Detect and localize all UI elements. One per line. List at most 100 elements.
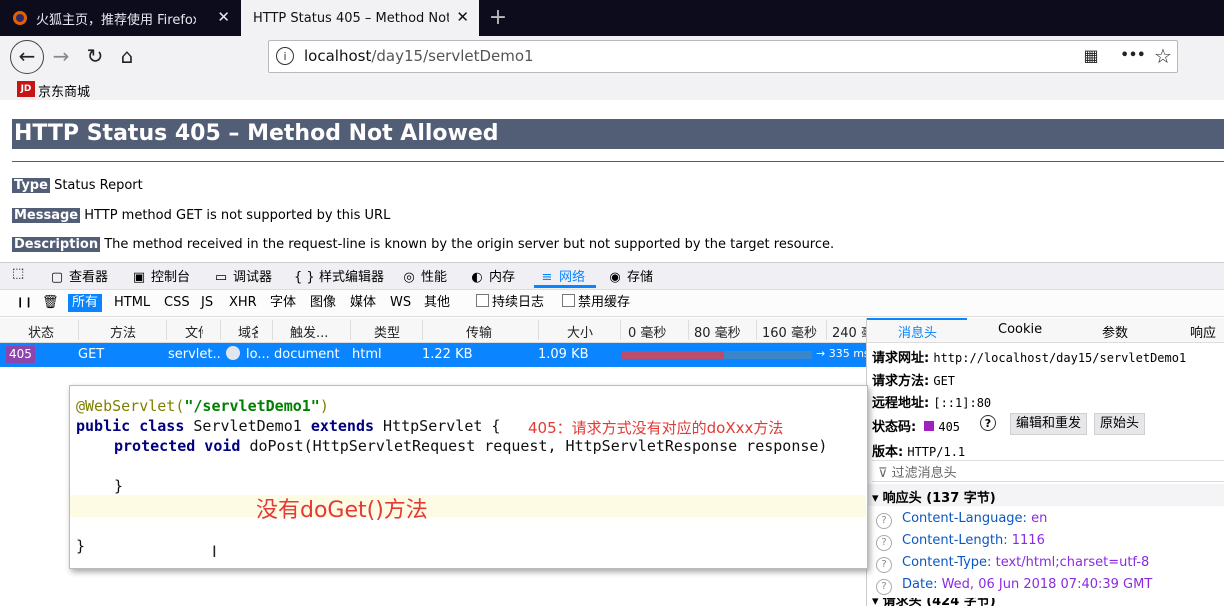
active-tab-indicator — [534, 285, 596, 288]
filter-placeholder-text: 过滤消息头 — [891, 466, 957, 481]
filter-fonts[interactable]: 字体 — [266, 294, 300, 312]
tab-label: 性能 — [421, 270, 448, 285]
column-method[interactable]: 方法 — [110, 322, 136, 341]
new-tab-button[interactable]: + — [484, 4, 512, 32]
tab-style-editor[interactable]: { } 样式编辑器 — [294, 266, 384, 285]
reload-button[interactable]: ↻ — [80, 41, 110, 71]
code-text: HttpServlet { — [374, 417, 501, 435]
header-key: Content-Length: — [902, 533, 1008, 548]
browser-tab-http-status[interactable]: HTTP Status 405 – Method Not Allowed ✕ — [241, 0, 479, 36]
request-method-row: 请求方法: GET — [872, 370, 955, 389]
code-text: doPost(HttpServletRequest request, HttpS… — [240, 437, 828, 455]
request-headers-toggle[interactable]: ▾ 请求头 (424 字节) — [872, 598, 996, 606]
version-row: 版本: HTTP/1.1 — [872, 441, 965, 460]
header-key: Content-Language: — [902, 511, 1027, 526]
filter-all[interactable]: 所有 — [68, 294, 103, 312]
request-type: html — [352, 347, 382, 362]
help-icon[interactable]: ? — [876, 579, 892, 595]
raw-headers-button[interactable]: 原始头 — [1094, 413, 1146, 435]
persist-logs-checkbox[interactable]: 持续日志 — [472, 294, 548, 312]
description-label: Description — [12, 237, 101, 252]
trash-icon[interactable]: 🗑 — [38, 294, 63, 312]
filter-js[interactable]: JS — [197, 294, 217, 312]
tab-cookie[interactable]: Cookie — [998, 322, 1042, 337]
element-picker-icon[interactable]: ⬚ — [12, 266, 24, 281]
memory-icon: ◐ — [471, 270, 483, 285]
header-value: Wed, 06 Jun 2018 07:40:39 GMT — [941, 577, 1153, 592]
tab-console[interactable]: ▣ 控制台 — [132, 266, 190, 285]
column-separator — [620, 320, 621, 340]
column-type[interactable]: 类型 — [374, 322, 400, 341]
inspector-icon: ▢ — [50, 270, 64, 285]
response-header-row: ? Content-Length: 1116 — [876, 533, 1045, 551]
page-title: HTTP Status 405 – Method Not Allowed — [12, 119, 1224, 149]
timing-bar-waiting — [622, 351, 724, 359]
tab-response[interactable]: 响应 — [1190, 322, 1216, 341]
tab-network[interactable]: ≡ 网络 — [540, 266, 585, 285]
column-separator — [538, 320, 539, 340]
message-value: HTTP method GET is not supported by this… — [84, 208, 391, 223]
url-text[interactable]: localhost/day15/servletDemo1 — [304, 47, 534, 65]
tab-label: 调试器 — [233, 270, 273, 285]
help-icon[interactable]: ? — [876, 535, 892, 551]
checkbox-icon — [562, 294, 575, 307]
tab-performance[interactable]: ◎ 性能 — [402, 266, 447, 285]
close-tab-icon[interactable]: ✕ — [217, 9, 230, 25]
filter-xhr[interactable]: XHR — [225, 294, 261, 312]
tab-params[interactable]: 参数 — [1102, 322, 1128, 341]
request-url-label: 请求网址: — [872, 351, 930, 366]
page-actions-button[interactable]: ••• — [1118, 41, 1148, 71]
column-size[interactable]: 大小 — [567, 322, 593, 341]
filter-other[interactable]: 其他 — [420, 294, 454, 312]
tab-storage[interactable]: ◉ 存储 — [608, 266, 653, 285]
disable-cache-checkbox[interactable]: 禁用缓存 — [558, 294, 634, 312]
filter-media[interactable]: 媒体 — [346, 294, 380, 312]
column-cause[interactable]: 触发... — [290, 322, 328, 341]
filter-html[interactable]: HTML — [110, 294, 154, 312]
description-row: Description The method received in the r… — [12, 237, 834, 252]
remote-address-row: 远程地址: [::1]:80 — [872, 392, 991, 411]
status-code-label: 状态码: — [872, 420, 917, 435]
site-info-icon[interactable]: i — [276, 47, 294, 65]
code-line-annotation: @WebServlet("/servletDemo1") — [76, 397, 329, 415]
style-editor-icon: { } — [294, 270, 315, 285]
type-value: Status Report — [54, 178, 143, 193]
tab-headers[interactable]: 消息头 — [898, 322, 937, 341]
pause-icon[interactable]: ❙❙ — [12, 294, 37, 312]
code-keyword: extends — [310, 417, 375, 435]
help-icon[interactable]: ? — [876, 513, 892, 529]
browser-tab-firefox-home[interactable]: 火狐主页，推荐使用 Firefox 火狐浏览器 ✕ — [0, 0, 240, 36]
back-button[interactable]: ← — [10, 40, 44, 74]
message-label: Message — [12, 208, 81, 223]
column-separator — [220, 320, 221, 340]
tab-inspector[interactable]: ▢ 查看器 — [50, 266, 108, 285]
code-text: ServletDemo1 — [184, 417, 311, 435]
message-row: Message HTTP method GET is not supported… — [12, 208, 390, 223]
edit-resend-button[interactable]: 编辑和重发 — [1010, 413, 1088, 435]
column-status[interactable]: 状态 — [28, 322, 54, 341]
column-transferred[interactable]: 传输 — [466, 322, 492, 341]
column-file[interactable]: 文件 — [185, 322, 203, 341]
timing-bar-receiving — [724, 351, 812, 359]
filter-ws[interactable]: WS — [386, 294, 415, 312]
close-tab-icon[interactable]: ✕ — [456, 9, 469, 25]
firefox-icon — [13, 11, 27, 25]
bookmark-star-icon[interactable]: ☆ — [1148, 41, 1178, 71]
response-headers-toggle[interactable]: ▾ 响应头 (137 字节) — [872, 487, 996, 506]
remote-address-value: [::1]:80 — [933, 396, 992, 410]
column-domain[interactable]: 域名 — [238, 322, 258, 341]
timing-label: → 335 ms — [816, 347, 866, 360]
help-icon[interactable]: ? — [876, 557, 892, 573]
filter-css[interactable]: CSS — [160, 294, 194, 312]
tab-debugger[interactable]: ▭ 调试器 — [214, 266, 272, 285]
tab-memory[interactable]: ◐ 内存 — [470, 266, 515, 285]
type-row: Type Status Report — [12, 178, 143, 193]
forward-button[interactable]: → — [46, 41, 76, 71]
request-headers-title: 请求头 (424 字节) — [882, 598, 996, 606]
qr-code-icon[interactable]: ▦ — [1076, 41, 1106, 71]
help-icon[interactable]: ? — [980, 415, 996, 431]
filter-images[interactable]: 图像 — [306, 294, 340, 312]
bookmark-jd[interactable]: 京东商城 — [38, 81, 90, 100]
timeline-gridline — [826, 320, 827, 340]
home-button[interactable]: ⌂ — [112, 41, 142, 71]
